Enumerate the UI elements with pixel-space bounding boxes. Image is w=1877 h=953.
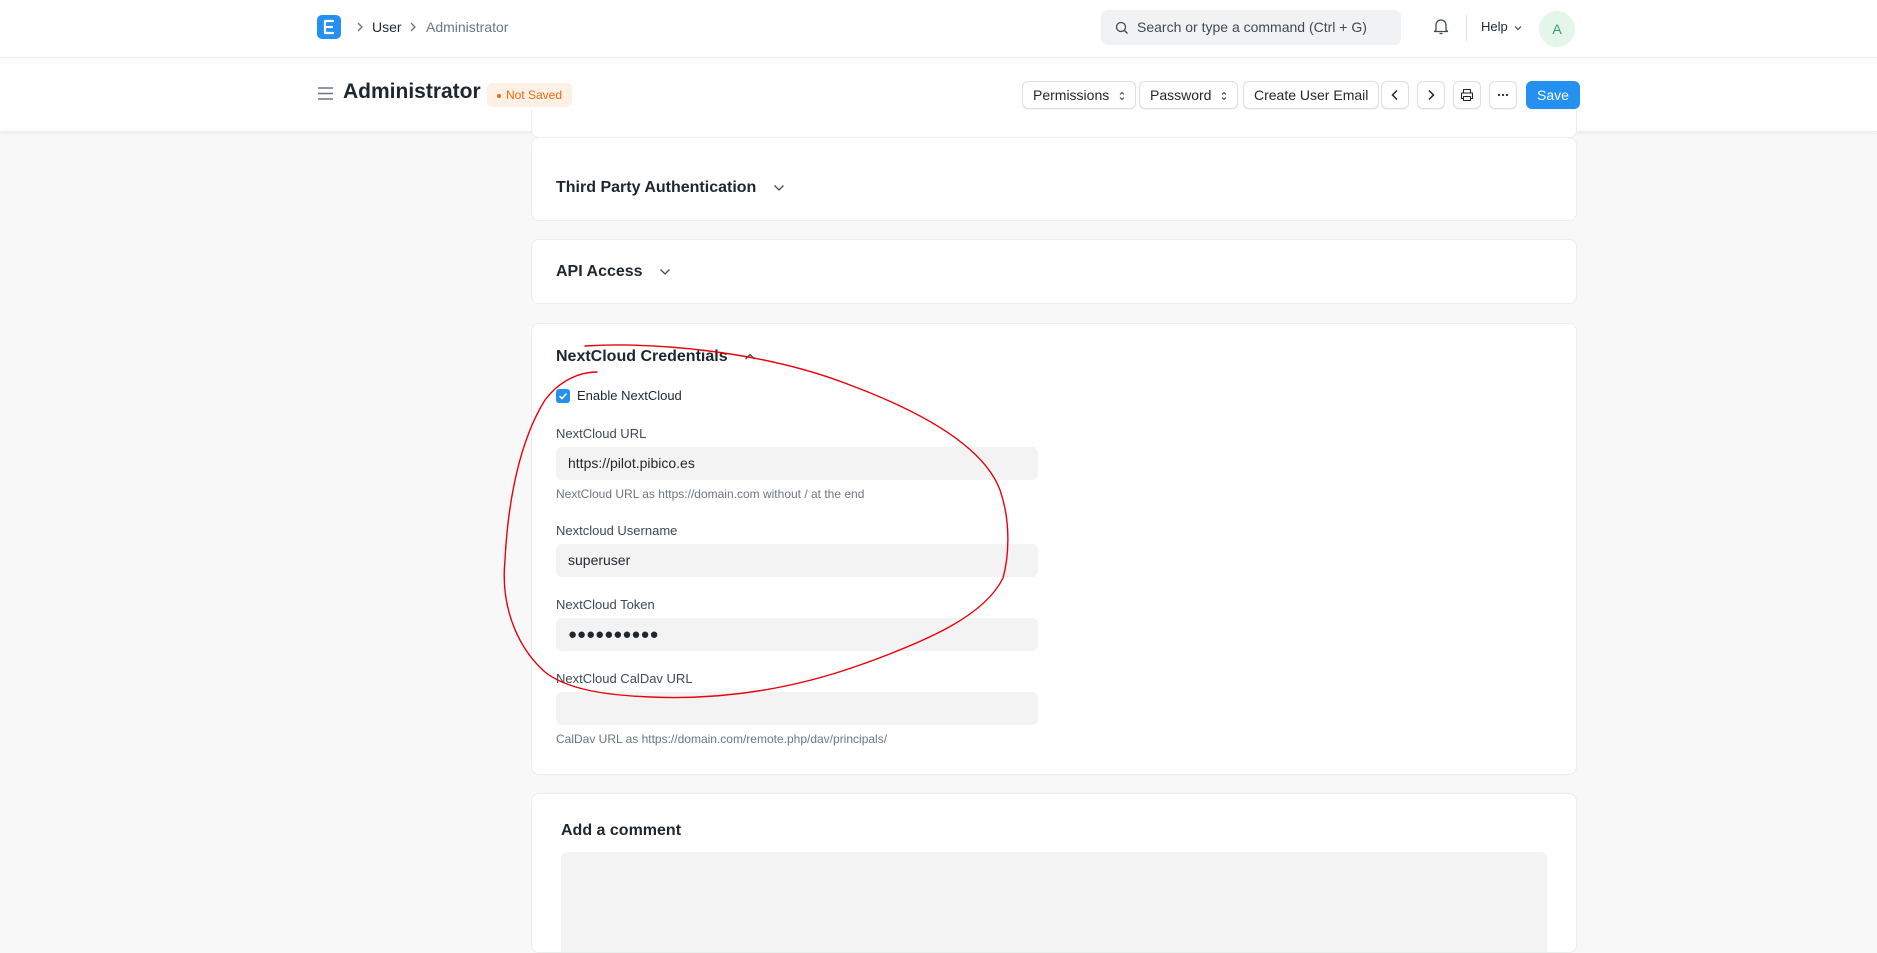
section-header[interactable]: NextCloud Credentials (556, 348, 756, 366)
checkmark-icon (558, 392, 568, 400)
permissions-button[interactable]: Permissions (1022, 81, 1137, 109)
notification-bell-icon[interactable] (1433, 17, 1449, 35)
section-title: NextCloud Credentials (556, 348, 728, 365)
chevron-down-icon (660, 268, 670, 275)
sort-arrows-icon (1221, 91, 1227, 101)
search-icon (1115, 21, 1128, 34)
password-button[interactable]: Password (1139, 81, 1239, 109)
print-button[interactable] (1453, 81, 1481, 109)
nextcloud-token-label: NextCloud Token (556, 597, 655, 612)
password-label: Password (1150, 87, 1212, 103)
comment-title: Add a comment (561, 822, 682, 839)
nextcloud-caldav-input[interactable] (556, 692, 1038, 725)
chevron-right-icon (1428, 89, 1435, 101)
enable-nextcloud-label[interactable]: Enable NextCloud (577, 388, 682, 403)
search-placeholder: Search or type a command (Ctrl + G) (1137, 19, 1367, 35)
permissions-label: Permissions (1033, 87, 1110, 103)
nextcloud-url-description: NextCloud URL as https://domain.com with… (556, 487, 865, 501)
search-bar[interactable]: Search or type a command (Ctrl + G) (1101, 10, 1401, 45)
breadcrumb-administrator[interactable]: Administrator (426, 18, 508, 36)
help-label: Help (1481, 19, 1508, 34)
previous-section-card (531, 110, 1577, 138)
status-badge: Not Saved (487, 83, 573, 107)
previous-record-button[interactable] (1381, 81, 1409, 109)
section-header[interactable]: API Access (556, 263, 671, 281)
sidebar-toggle-icon[interactable] (318, 87, 333, 100)
nextcloud-caldav-label: NextCloud CalDav URL (556, 671, 693, 686)
section-header[interactable]: Third Party Authentication (556, 179, 785, 197)
nextcloud-url-input[interactable]: https://pilot.pibico.es (556, 447, 1038, 480)
more-actions-button[interactable] (1489, 81, 1517, 109)
chevron-down-icon (773, 184, 784, 191)
api-access-section[interactable]: API Access (531, 239, 1577, 304)
enable-nextcloud-checkbox[interactable] (556, 389, 570, 403)
user-avatar[interactable]: A (1539, 11, 1575, 47)
nextcloud-username-label: Nextcloud Username (556, 523, 678, 538)
create-user-email-button[interactable]: Create User Email (1243, 81, 1380, 109)
status-text: Not Saved (506, 88, 563, 102)
chevron-right-icon (410, 22, 416, 32)
save-button[interactable]: Save (1526, 81, 1580, 109)
help-dropdown[interactable]: Help (1481, 19, 1522, 34)
nextcloud-caldav-description: CalDav URL as https://domain.com/remote.… (556, 732, 888, 746)
sort-arrows-icon (1119, 91, 1125, 101)
section-title: Third Party Authentication (556, 179, 757, 196)
breadcrumb-user[interactable]: User (372, 18, 402, 36)
chevron-down-icon (1514, 25, 1522, 30)
nextcloud-url-label: NextCloud URL (556, 426, 647, 441)
app-logo-icon[interactable] (317, 15, 341, 39)
comment-section: Add a comment (531, 793, 1577, 953)
more-horizontal-icon (1497, 93, 1509, 97)
nextcloud-credentials-section: NextCloud Credentials Enable NextCloud N… (531, 323, 1577, 775)
chevron-left-icon (1391, 89, 1398, 101)
nextcloud-username-input[interactable]: superuser (556, 544, 1038, 577)
nextcloud-token-input[interactable]: ●●●●●●●●●● (556, 618, 1038, 651)
next-record-button[interactable] (1417, 81, 1445, 109)
section-title: API Access (556, 263, 643, 280)
comment-input[interactable] (561, 852, 1547, 952)
chevron-right-icon (357, 22, 363, 32)
third-party-auth-section[interactable]: Third Party Authentication (531, 137, 1577, 221)
page-title: Administrator (343, 80, 481, 103)
navbar-divider (1466, 15, 1467, 41)
top-navbar: User Administrator Search or type a comm… (0, 0, 1877, 58)
printer-icon (1460, 88, 1474, 102)
status-dot (497, 93, 501, 98)
chevron-up-icon (745, 353, 756, 360)
